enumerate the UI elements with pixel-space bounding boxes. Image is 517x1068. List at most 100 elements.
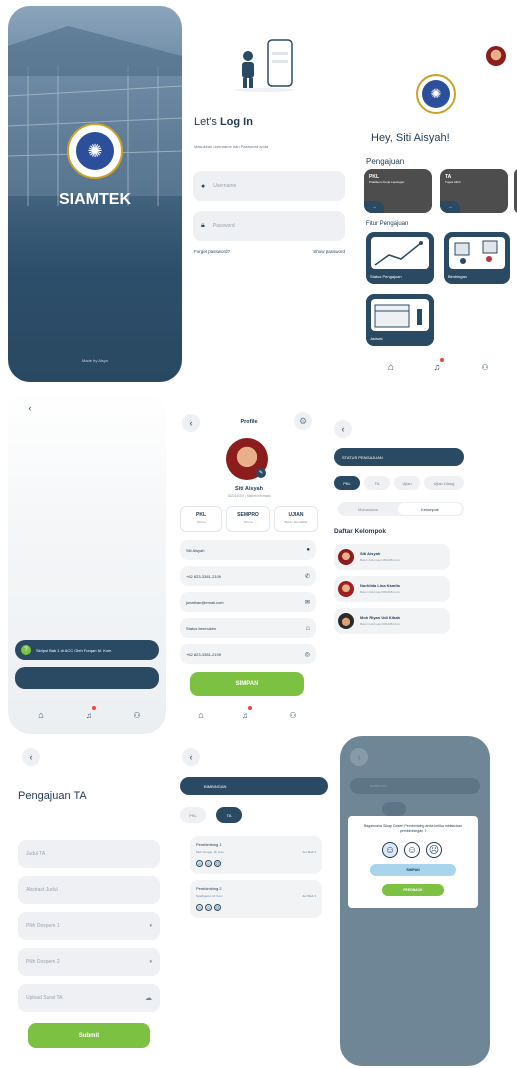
avatar[interactable]: [486, 46, 506, 66]
greeting: Hey, Siti Aisyah!: [371, 132, 450, 144]
phone-icon: ✆: [304, 573, 310, 580]
back-button[interactable]: ‹: [334, 420, 352, 438]
smile-icon[interactable]: ☺: [196, 904, 203, 911]
tab-ta[interactable]: TA: [216, 807, 242, 823]
bell-icon[interactable]: ♫: [238, 708, 252, 722]
smile-icon[interactable]: ☺: [382, 842, 398, 858]
notification-toast[interactable]: ? Skripsi Bab 1 di ACC Oleh Furqan M. Ko…: [15, 640, 159, 660]
university-logo-small: ✺: [416, 74, 456, 114]
user-icon: ●: [306, 547, 310, 553]
check-icon: ?: [21, 645, 31, 655]
pembimbing-card[interactable]: Pembimbing 2 Syaifiyanto, M. Kom Acc Bab…: [190, 880, 322, 918]
fitur-jadwal[interactable]: Jadwal: [366, 294, 434, 346]
lock-icon: 🔒︎: [201, 222, 205, 229]
toggle-kelompok[interactable]: Kelompok: [398, 503, 462, 515]
upload-field[interactable]: Upload Surat TA ☁: [18, 984, 160, 1012]
settings-icon[interactable]: ⚙: [294, 412, 312, 430]
status-sempro: SEMPRO Terima: [226, 506, 270, 532]
smile-icon[interactable]: ☺: [196, 860, 203, 867]
pembimbing-card[interactable]: Pembimbing 1 Moh Furqan, M. Kom Acc Bab …: [190, 836, 322, 874]
fitur-bimbingan[interactable]: Bimbingan: [444, 232, 510, 284]
home-icon[interactable]: ⌂: [384, 360, 398, 374]
section-fitur: Fitur Pengajuan: [366, 221, 409, 227]
user-icon: ●: [201, 182, 206, 190]
tab-pkl[interactable]: PKL: [180, 807, 206, 823]
save-button[interactable]: SIMPAN: [190, 672, 304, 696]
user-icon[interactable]: ⚇: [130, 708, 144, 722]
forgot-password-link[interactable]: Forget password?: [194, 249, 230, 254]
member-row[interactable]: Moh Riyan Udi Kibab Belum informasi 0823…: [334, 608, 450, 634]
bimbingan-header-dim: BIMBINGAN: [350, 778, 480, 794]
notification-dot: [440, 358, 444, 362]
angry-icon[interactable]: ☹: [426, 842, 442, 858]
user-icon[interactable]: ⚇: [286, 708, 300, 722]
back-button[interactable]: ‹: [350, 748, 368, 766]
university-logo: ✺: [67, 123, 123, 179]
notification-dot: [248, 706, 252, 710]
back-icon[interactable]: ‹: [22, 400, 38, 416]
notification-screen: ‹ ? Skripsi Bab 1 di ACC Oleh Furqan M. …: [8, 390, 166, 734]
home-icon[interactable]: ⌂: [194, 708, 208, 722]
edit-avatar-icon[interactable]: ✎: [256, 468, 266, 478]
avatar: [338, 613, 354, 629]
dospem2-select[interactable]: Pilih Dospem 2 ▾: [18, 948, 160, 976]
tab-dim: [382, 802, 406, 816]
status-screen: ‹ STATUS PENGAJUAN PKL TA Ujian Ujian Ul…: [328, 400, 517, 700]
frown-icon[interactable]: ☹: [214, 904, 221, 911]
card-ta[interactable]: TA Tugas Akhir →: [440, 169, 508, 213]
home-icon[interactable]: ⌂: [34, 708, 48, 722]
field-status[interactable]: Status bermukim ⌂: [180, 618, 316, 638]
rating-faces[interactable]: ☺ ☺ ☹: [196, 860, 221, 867]
bell-icon[interactable]: ♫: [82, 708, 96, 722]
dospem1-select[interactable]: Pilih Dospem 1 ▾: [18, 912, 160, 940]
bell-icon[interactable]: ♫: [430, 360, 444, 374]
section-pengajuan: Pengajuan: [366, 157, 405, 166]
password-field[interactable]: 🔒︎ Password: [193, 211, 345, 241]
list-title: Daftar Kelompok: [334, 528, 387, 535]
frown-icon[interactable]: ☹: [214, 860, 221, 867]
status-ujian: UJIAN Belum Mendaftar: [274, 506, 318, 532]
card-pkl[interactable]: PKL Praktikum Kerja Lapangan →: [364, 169, 432, 213]
house-icon: ⌂: [305, 624, 310, 632]
confirm-button[interactable]: SIMPAN: [370, 864, 456, 876]
user-icon[interactable]: ⚇: [478, 360, 492, 374]
mail-icon: ✉: [304, 599, 310, 606]
field-whatsapp[interactable]: +62 823-3381-2109 ◎: [180, 644, 316, 664]
notification-bar: [15, 667, 159, 689]
fitur-status-pengajuan[interactable]: Status Pengajuan: [366, 232, 434, 284]
field-email[interactable]: jonathan@email.com ✉: [180, 592, 316, 612]
tab-ujian-ulang[interactable]: Ujian Ulang: [424, 476, 464, 490]
cloud-upload-icon: ☁: [145, 995, 152, 1002]
neutral-icon[interactable]: ☺: [404, 842, 420, 858]
back-button[interactable]: ‹: [182, 748, 200, 766]
login-subtitle: Masukkan Username dan Password anda: [194, 144, 269, 149]
splash-footer: Made by Aisyo: [81, 358, 108, 363]
toggle-mahasiswa[interactable]: Mahasiswa: [340, 503, 396, 515]
login-screen: Let's Log In Masukkan Username dan Passw…: [186, 6, 348, 382]
status-header: STATUS PENGAJUAN: [334, 448, 464, 466]
avatar: [338, 581, 354, 597]
submit-button[interactable]: Submit: [28, 1023, 150, 1048]
judul-ta-field[interactable]: Judul TA: [18, 840, 160, 868]
member-row[interactable]: Siti Aisyah Belum informasi 0823381xxxx: [334, 544, 450, 570]
chevron-down-icon: ▾: [149, 959, 152, 965]
abstract-field[interactable]: Abstract Judul: [18, 876, 160, 904]
feedback-button[interactable]: FEEDBACK: [382, 884, 444, 896]
username-field[interactable]: ● Username: [193, 171, 345, 201]
profile-name: Siti Aisyah: [235, 486, 263, 492]
field-name[interactable]: Siti Aisyah ●: [180, 540, 316, 560]
neutral-icon[interactable]: ☺: [205, 904, 212, 911]
notification-dot: [92, 706, 96, 710]
field-phone[interactable]: +62 823-3381-2109 ✆: [180, 566, 316, 586]
page-title: Pengajuan TA: [18, 790, 87, 802]
rating-faces[interactable]: ☺ ☺ ☹: [196, 904, 221, 911]
show-password-link[interactable]: Show password: [313, 249, 345, 254]
neutral-icon[interactable]: ☺: [205, 860, 212, 867]
back-button[interactable]: ‹: [22, 748, 40, 766]
tab-pkl[interactable]: PKL: [334, 476, 360, 490]
tab-ujian[interactable]: Ujian: [394, 476, 420, 490]
pengajuan-ta-screen: ‹ Pengajuan TA Judul TA Abstract Judul P…: [8, 740, 166, 1068]
arrow-icon: →: [440, 201, 460, 213]
member-row[interactable]: Nurhlida Lina Kamila Belum informasi 082…: [334, 576, 450, 602]
tab-ta[interactable]: TA: [364, 476, 390, 490]
